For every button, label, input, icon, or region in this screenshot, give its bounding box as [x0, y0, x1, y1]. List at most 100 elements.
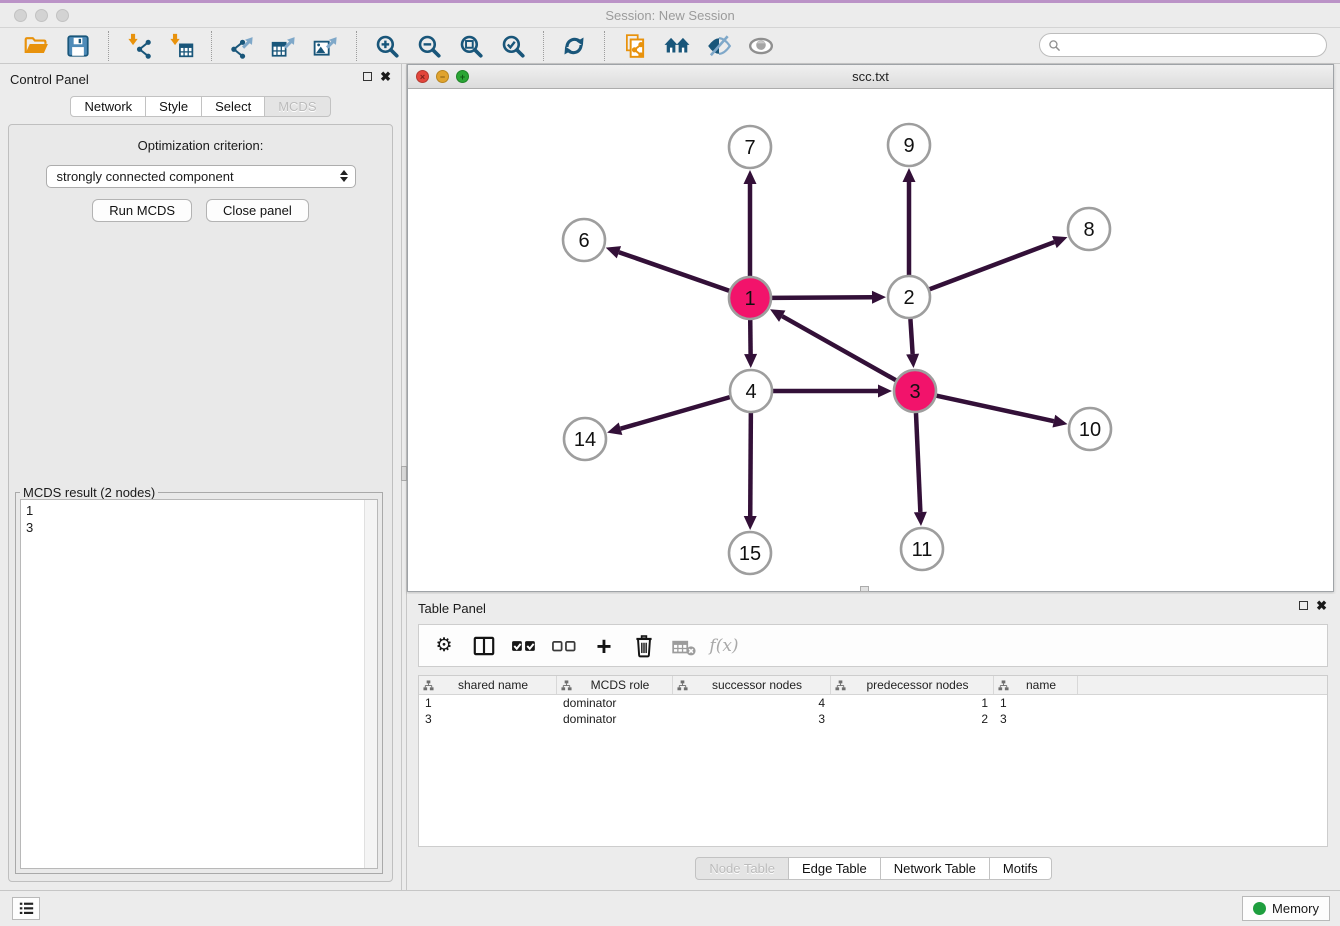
clone-network-icon[interactable] [619, 31, 651, 61]
refresh-icon[interactable] [558, 31, 590, 61]
float-panel-icon[interactable] [363, 72, 372, 81]
graph-node-label-10: 10 [1079, 419, 1101, 441]
float-table-panel-icon[interactable] [1299, 601, 1308, 610]
column-tree-icon [561, 680, 572, 691]
table-tabs: Node TableEdge TableNetwork TableMotifs [407, 857, 1340, 880]
column-header-successor-nodes[interactable]: successor nodes [673, 676, 831, 694]
settings-icon[interactable]: ⚙ [431, 633, 457, 659]
tab-edge-table[interactable]: Edge Table [789, 857, 881, 880]
delete-row-icon[interactable] [631, 633, 657, 659]
export-image-icon[interactable] [310, 31, 342, 61]
graph-edge-3-10[interactable] [936, 396, 1053, 421]
graph-node-label-3: 3 [909, 381, 920, 403]
graph-arrowhead-2-8 [1052, 236, 1067, 248]
table-row[interactable]: 1dominator411 [419, 695, 1327, 711]
memory-button[interactable]: Memory [1242, 896, 1330, 921]
hide-details-icon[interactable] [703, 31, 735, 61]
tab-motifs[interactable]: Motifs [990, 857, 1052, 880]
deselect-all-icon[interactable] [551, 633, 577, 659]
columns-icon[interactable] [471, 633, 497, 659]
birdseye-icon[interactable] [745, 31, 777, 61]
graph-arrowhead-1-4 [744, 354, 757, 368]
tab-node-table[interactable]: Node Table [695, 857, 789, 880]
open-icon[interactable] [20, 31, 52, 61]
tab-network-table[interactable]: Network Table [881, 857, 990, 880]
column-tree-icon [423, 680, 434, 691]
graph-edge-1-6[interactable] [619, 252, 729, 291]
table-cell[interactable]: dominator [557, 695, 673, 711]
table-toolbar: ⚙+f(x) [418, 624, 1328, 667]
search-input[interactable] [1066, 38, 1318, 52]
optimization-criterion-label: Optimization criterion: [9, 138, 392, 153]
graph-arrowhead-3-11 [914, 512, 927, 526]
table-cell[interactable]: 1 [419, 695, 557, 711]
column-header-shared-name[interactable]: shared name [419, 676, 557, 694]
table-cell[interactable]: 4 [673, 695, 831, 711]
home-icon[interactable] [661, 31, 693, 61]
network-canvas[interactable]: 7968124314101511 [408, 89, 1333, 591]
import-network-icon[interactable] [123, 31, 155, 61]
table-cell[interactable]: 3 [994, 711, 1078, 727]
import-table-icon[interactable] [165, 31, 197, 61]
graph-node-label-8: 8 [1083, 219, 1094, 241]
graph-arrowhead-1-6 [606, 246, 621, 258]
criterion-value: strongly connected component [57, 169, 234, 184]
export-network-icon[interactable] [226, 31, 258, 61]
close-panel-button[interactable]: Close panel [206, 199, 309, 222]
tab-style[interactable]: Style [146, 96, 202, 117]
graph-node-label-14: 14 [574, 429, 596, 451]
memory-status-icon [1253, 902, 1266, 915]
zoom-in-icon[interactable] [371, 31, 403, 61]
add-row-icon[interactable]: + [591, 633, 617, 659]
save-icon[interactable] [62, 31, 94, 61]
zoom-out-icon[interactable] [413, 31, 445, 61]
table-cell[interactable]: 2 [831, 711, 994, 727]
network-resize-grip[interactable] [860, 586, 869, 592]
network-title: scc.txt [408, 69, 1333, 84]
table-cell[interactable]: dominator [557, 711, 673, 727]
result-scrollbar[interactable] [364, 500, 377, 868]
tab-network[interactable]: Network [70, 96, 146, 117]
graph-edge-3-1[interactable] [782, 316, 896, 380]
graph-arrowhead-4-14 [607, 422, 622, 434]
network-graph: 7968124314101511 [408, 89, 1333, 591]
criterion-select[interactable]: strongly connected component [46, 165, 356, 188]
column-header-MCDS-role[interactable]: MCDS role [557, 676, 673, 694]
graph-edge-4-15[interactable] [750, 413, 751, 516]
zoom-fit-icon[interactable] [455, 31, 487, 61]
mcds-result-text[interactable]: 1 3 [20, 499, 378, 869]
table-cell[interactable]: 1 [994, 695, 1078, 711]
graph-arrowhead-3-10 [1052, 415, 1067, 428]
search-box[interactable] [1039, 33, 1327, 57]
table-cell[interactable]: 3 [673, 711, 831, 727]
zoom-selected-icon[interactable] [497, 31, 529, 61]
task-history-button[interactable] [12, 897, 40, 920]
graph-edge-3-11[interactable] [916, 413, 920, 512]
column-header-name[interactable]: name [994, 676, 1078, 694]
graph-arrowhead-2-9 [903, 168, 916, 182]
close-table-panel-icon[interactable]: ✖ [1316, 601, 1327, 610]
tab-mcds[interactable]: MCDS [265, 96, 330, 117]
graph-edge-1-2[interactable] [772, 297, 872, 298]
table-cell[interactable]: 1 [831, 695, 994, 711]
export-table-icon[interactable] [268, 31, 300, 61]
close-panel-icon[interactable]: ✖ [380, 72, 391, 81]
graph-edge-2-8[interactable] [930, 242, 1055, 289]
table-panel-title: Table Panel [418, 601, 486, 616]
search-icon [1048, 39, 1061, 52]
graph-edge-4-14[interactable] [621, 397, 730, 429]
column-header-predecessor-nodes[interactable]: predecessor nodes [831, 676, 994, 694]
run-mcds-button[interactable]: Run MCDS [92, 199, 192, 222]
window-title: Session: New Session [0, 8, 1340, 23]
mcds-result-title: MCDS result (2 nodes) [20, 485, 158, 500]
network-window-titlebar[interactable]: × − + scc.txt [408, 65, 1333, 89]
tab-select[interactable]: Select [202, 96, 265, 117]
graph-edge-2-3[interactable] [910, 319, 912, 354]
select-all-icon[interactable] [511, 633, 537, 659]
graph-arrowhead-4-15 [744, 516, 757, 530]
graph-arrowhead-4-3 [878, 385, 892, 398]
table-panel: Table Panel ✖ ⚙+f(x) shared nameMCDS rol… [407, 594, 1340, 890]
task-list-icon [18, 901, 35, 916]
table-cell[interactable]: 3 [419, 711, 557, 727]
table-row[interactable]: 3dominator323 [419, 711, 1327, 727]
